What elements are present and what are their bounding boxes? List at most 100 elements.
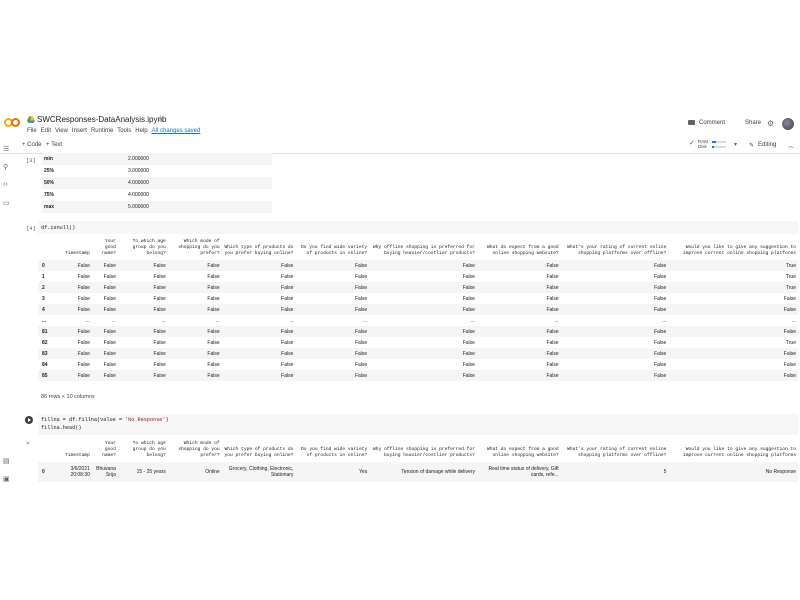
table-cell: ... xyxy=(791,317,796,324)
disk-meter-fill xyxy=(712,146,715,148)
row-index: 4 xyxy=(38,304,58,315)
comment-icon[interactable] xyxy=(688,120,695,125)
code-fillna-line2[interactable]: fillna.head() xyxy=(41,425,81,431)
table-cell: True xyxy=(668,282,798,293)
table-cell: False xyxy=(117,260,168,271)
row-index: 83 xyxy=(38,348,58,359)
table-cell: False xyxy=(476,348,561,359)
table-cell: False xyxy=(167,348,222,359)
table-cell: False xyxy=(117,370,168,381)
notebook-toolbar: + Code + Text ✓ RAM Disk ▾ ✎ Editing ︿ xyxy=(0,137,800,154)
table-cell: False xyxy=(546,339,559,346)
table-cell: False xyxy=(221,326,296,337)
search-icon[interactable]: ⚲ xyxy=(3,163,8,171)
describe-row: max 5.000000 xyxy=(42,201,272,213)
run-cell-button[interactable] xyxy=(25,416,33,424)
menu-help[interactable]: Help xyxy=(135,128,147,134)
table-cell: False xyxy=(221,348,296,359)
row-index: 0 xyxy=(38,260,58,271)
code-snippets-icon[interactable]: ‹› xyxy=(3,181,8,188)
table-cell: False xyxy=(117,304,168,315)
table-cell: Bhuvana Srija xyxy=(91,462,118,482)
avatar[interactable] xyxy=(782,118,794,130)
collapse-chevron-icon[interactable]: ︿ xyxy=(788,141,794,150)
ram-meter xyxy=(712,141,726,143)
menu-file[interactable]: File xyxy=(27,128,37,134)
command-palette-icon[interactable]: ▤ xyxy=(3,457,10,465)
files-folder-icon[interactable]: ▭ xyxy=(3,199,10,207)
table-cell: False xyxy=(476,282,561,293)
code-cell-isnull[interactable] xyxy=(38,221,798,234)
table-cell: False xyxy=(153,339,166,346)
colab-logo[interactable] xyxy=(4,118,20,128)
describe-stat-value: 3.000000 xyxy=(128,168,149,174)
connected-check-icon: ✓ xyxy=(689,140,695,147)
table-cell: False xyxy=(77,361,90,368)
table-cell: False xyxy=(369,260,477,271)
table-cell: False xyxy=(560,326,669,337)
table-of-contents-icon[interactable]: ☰ xyxy=(3,145,9,153)
menu-runtime[interactable]: Runtime xyxy=(91,128,113,134)
column-header: What do expect from a good online shoppi… xyxy=(486,245,559,256)
table-cell: False xyxy=(369,304,477,315)
table-cell: False xyxy=(462,273,475,280)
table-cell: False xyxy=(476,326,561,337)
code-fillna-line1[interactable]: fillna = df.fillna(value = 'No Response'… xyxy=(41,417,169,423)
add-code-button[interactable]: + Code xyxy=(22,142,42,148)
code-fillna-part-b: ) xyxy=(165,417,169,423)
table-cell: True xyxy=(785,339,796,346)
settings-gear-icon[interactable]: ⚙ xyxy=(767,119,774,128)
describe-row: min 2.000000 xyxy=(42,153,272,165)
table-cell: False xyxy=(91,348,118,359)
column-header: Which type of products do you prefer buy… xyxy=(224,245,294,256)
table-cell: False xyxy=(462,295,475,302)
add-text-button[interactable]: + Text xyxy=(46,142,62,148)
runtime-dropdown-icon[interactable]: ▾ xyxy=(734,141,737,148)
pencil-icon: ✎ xyxy=(749,143,755,149)
comment-button[interactable]: Comment xyxy=(699,120,725,126)
table-cell: False xyxy=(476,260,561,271)
menu-view[interactable]: View xyxy=(55,128,68,134)
describe-stat-label: max xyxy=(42,201,126,213)
disk-label[interactable]: Disk xyxy=(698,144,707,149)
disk-meter xyxy=(712,146,726,148)
menu-insert[interactable]: Insert xyxy=(72,128,87,134)
table-cell: False xyxy=(57,260,92,271)
column-header: Which type of products do you prefer buy… xyxy=(224,447,294,458)
column-header: Do you find wide variety of products in … xyxy=(301,245,368,256)
table-cell: False xyxy=(207,361,220,368)
table-row: 3 False False False False False False False Fals… xyxy=(38,293,798,304)
table-cell: False xyxy=(295,282,370,293)
table-cell: False xyxy=(546,273,559,280)
table-cell: False xyxy=(57,348,92,359)
menu-tools[interactable]: Tools xyxy=(117,128,131,134)
code-isnull[interactable]: df.isnull() xyxy=(41,225,75,231)
table-cell: False xyxy=(153,361,166,368)
table-cell: False xyxy=(354,339,368,346)
table-cell: False xyxy=(462,361,475,368)
table-cell: False xyxy=(369,282,477,293)
table-cell: False xyxy=(668,348,798,359)
menu-edit[interactable]: Edit xyxy=(41,128,51,134)
share-button[interactable]: Share xyxy=(745,120,761,126)
table-cell: False xyxy=(91,282,118,293)
notebook-name[interactable]: SWCResponses-DataAnalysis.ipynb xyxy=(37,115,166,124)
table-cell: False xyxy=(476,304,561,315)
table-cell: True xyxy=(785,273,796,280)
table-row: 84 False False False False False False False Fal… xyxy=(38,359,798,370)
table-row: 82 False False False False False False False Fal… xyxy=(38,337,798,348)
code-fillna-part-a: fillna = df.fillna(value = xyxy=(41,417,126,423)
table-cell: ... xyxy=(662,317,667,324)
terminal-icon[interactable]: ▣ xyxy=(3,475,10,483)
table-cell: False xyxy=(167,326,222,337)
table-cell: False xyxy=(153,295,166,302)
table-cell: Real time status of delivery, Gift cards… xyxy=(476,462,561,482)
table-cell: False xyxy=(221,304,296,315)
table-cell: False xyxy=(295,348,370,359)
table-cell: False xyxy=(654,273,667,280)
editing-mode-label[interactable]: Editing xyxy=(758,142,776,148)
star-icon[interactable]: ☆ xyxy=(157,114,164,123)
table-cell: False xyxy=(281,361,294,368)
output-icon[interactable]: ⇲ xyxy=(26,439,29,446)
saved-status-link[interactable]: All changes saved xyxy=(152,128,201,134)
